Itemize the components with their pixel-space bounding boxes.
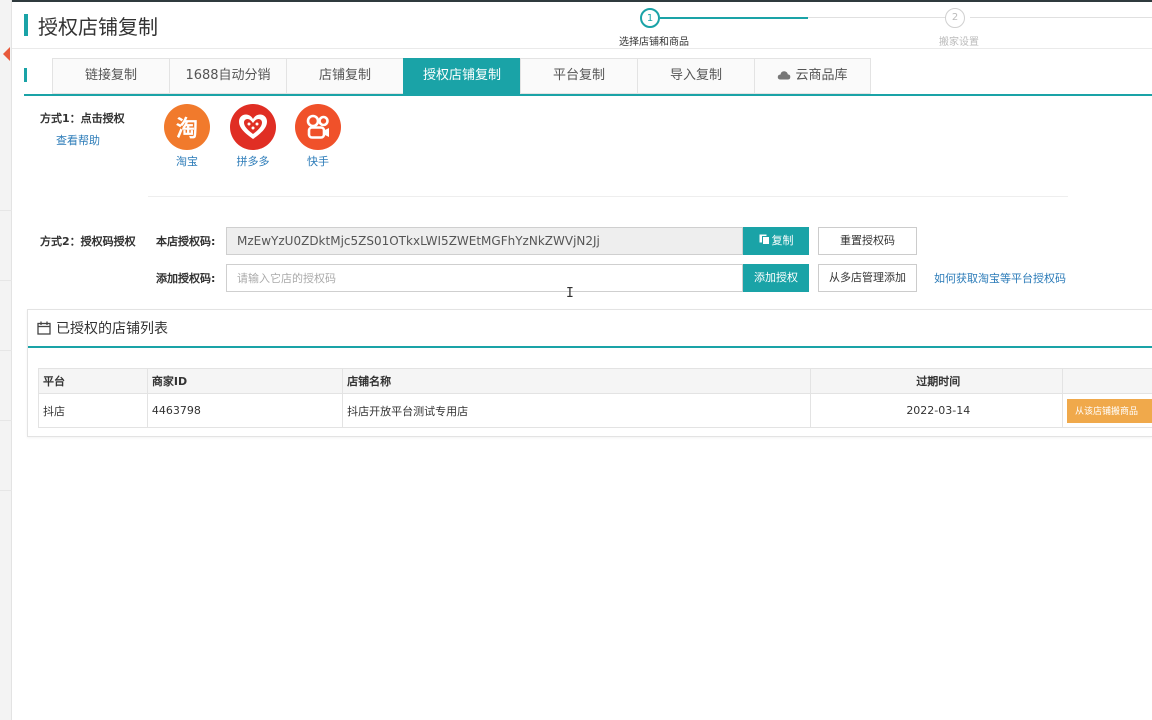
camera-icon [306,114,329,139]
tab-link-copy[interactable]: 链接复制 [52,58,169,94]
tab-cloud-library-label: 云商品库 [795,68,848,83]
sidebar-divider [0,420,12,421]
platform-name: 快手 [307,155,329,168]
progress-steps: 1 2 选择店铺和商品 搬家设置 [600,6,1152,48]
own-code-label: 本店授权码: [156,235,216,248]
top-border [12,0,1152,2]
own-auth-code-field[interactable]: MzEwYzU0ZDktMjc5ZS01OTkxLWI5ZWEtMGFhYzNk… [226,227,743,255]
calendar-icon [37,321,51,335]
panel-header: 已授权的店铺列表 [28,310,1152,348]
pinduoduo-logo-icon [230,104,276,150]
copy-icon [759,234,770,245]
how-to-get-code-link[interactable]: 如何获取淘宝等平台授权码 [934,270,1066,286]
table-header-row: 平台 商家ID 店铺名称 过期时间 [38,368,1152,394]
sidebar-divider [0,210,12,211]
platform-name: 淘宝 [176,155,198,168]
step-1-label: 选择店铺和商品 [619,37,689,48]
cell-expire: 2022-03-14 [809,393,1063,428]
method2-title: 方式2：授权码授权 [40,235,136,248]
add-auth-code-input[interactable] [226,264,743,292]
step-1-circle: 1 [640,8,660,28]
sidebar-divider [0,280,12,281]
sidebar-divider [0,350,12,351]
col-expire: 过期时间 [809,368,1063,394]
authorized-shop-panel: 已授权的店铺列表 平台 商家ID 店铺名称 过期时间 抖店 4463798 抖店… [27,309,1152,437]
cell-merchant-id: 4463798 [146,393,344,428]
move-products-button[interactable]: 从该店铺搬商品 [1066,398,1152,423]
tab-1688-distribution[interactable]: 1688自动分销 [169,58,286,94]
copy-button-label: 复制 [771,235,794,247]
col-shop-name: 店铺名称 [342,368,811,394]
sidebar-divider [0,490,12,491]
cloud-icon [778,71,791,80]
taobao-logo-glyph: 淘 [175,117,198,142]
left-sidebar-strip [0,0,12,720]
panel-title: 已授权的店铺列表 [56,321,168,337]
section-divider [148,196,1068,197]
step-line-active [660,17,808,19]
step-line [808,17,948,18]
step-2-label: 搬家设置 [939,37,979,48]
tab-cloud-library[interactable]: 云商品库 [754,58,871,94]
platform-taobao[interactable]: 淘 淘宝 [162,104,212,169]
taobao-logo-icon: 淘 [164,104,210,150]
cell-platform: 抖店 [38,393,148,428]
title-accent-bar [24,14,28,36]
step-2-circle: 2 [945,8,965,28]
page-title: 授权店铺复制 [38,15,158,39]
cell-shop-name: 抖店开放平台测试专用店 [342,393,811,428]
copy-mode-tabs: 链接复制 1688自动分销 店铺复制 授权店铺复制 平台复制 导入复制 云商品库 [52,58,871,94]
kuaishou-logo-icon [295,104,341,150]
tab-platform-copy[interactable]: 平台复制 [520,58,637,94]
col-action [1061,368,1152,394]
add-from-multi-shop-button[interactable]: 从多店管理添加 [818,264,917,292]
header-divider [12,48,1152,49]
step-line [970,17,1152,18]
sidebar-collapse-arrow-icon[interactable] [3,47,10,61]
tab-import-copy[interactable]: 导入复制 [637,58,754,94]
add-auth-button[interactable]: 添加授权 [743,264,809,292]
col-platform: 平台 [38,368,148,394]
platform-name: 拼多多 [236,155,270,168]
text-cursor-icon: I [566,286,574,301]
platform-pinduoduo[interactable]: 拼多多 [228,104,278,169]
table-row: 抖店 4463798 抖店开放平台测试专用店 2022-03-14 从该店铺搬商… [38,393,1152,428]
tabs-underline [24,94,1152,96]
tabs-accent-marker [24,68,27,82]
tab-authorized-shop-copy[interactable]: 授权店铺复制 [403,58,520,94]
tab-shop-copy[interactable]: 店铺复制 [286,58,403,94]
reset-code-button[interactable]: 重置授权码 [818,227,917,255]
platform-kuaishou[interactable]: 快手 [293,104,343,169]
heart-icon [239,114,267,139]
method1-title: 方式1：点击授权 [40,112,125,125]
shop-table: 平台 商家ID 店铺名称 过期时间 抖店 4463798 抖店开放平台测试专用店… [38,368,1152,428]
cell-action: 从该店铺搬商品 [1061,393,1152,428]
col-merchant-id: 商家ID [146,368,344,394]
copy-button[interactable]: 复制 [743,227,809,255]
add-code-label: 添加授权码: [156,272,216,285]
help-link[interactable]: 查看帮助 [56,132,100,148]
